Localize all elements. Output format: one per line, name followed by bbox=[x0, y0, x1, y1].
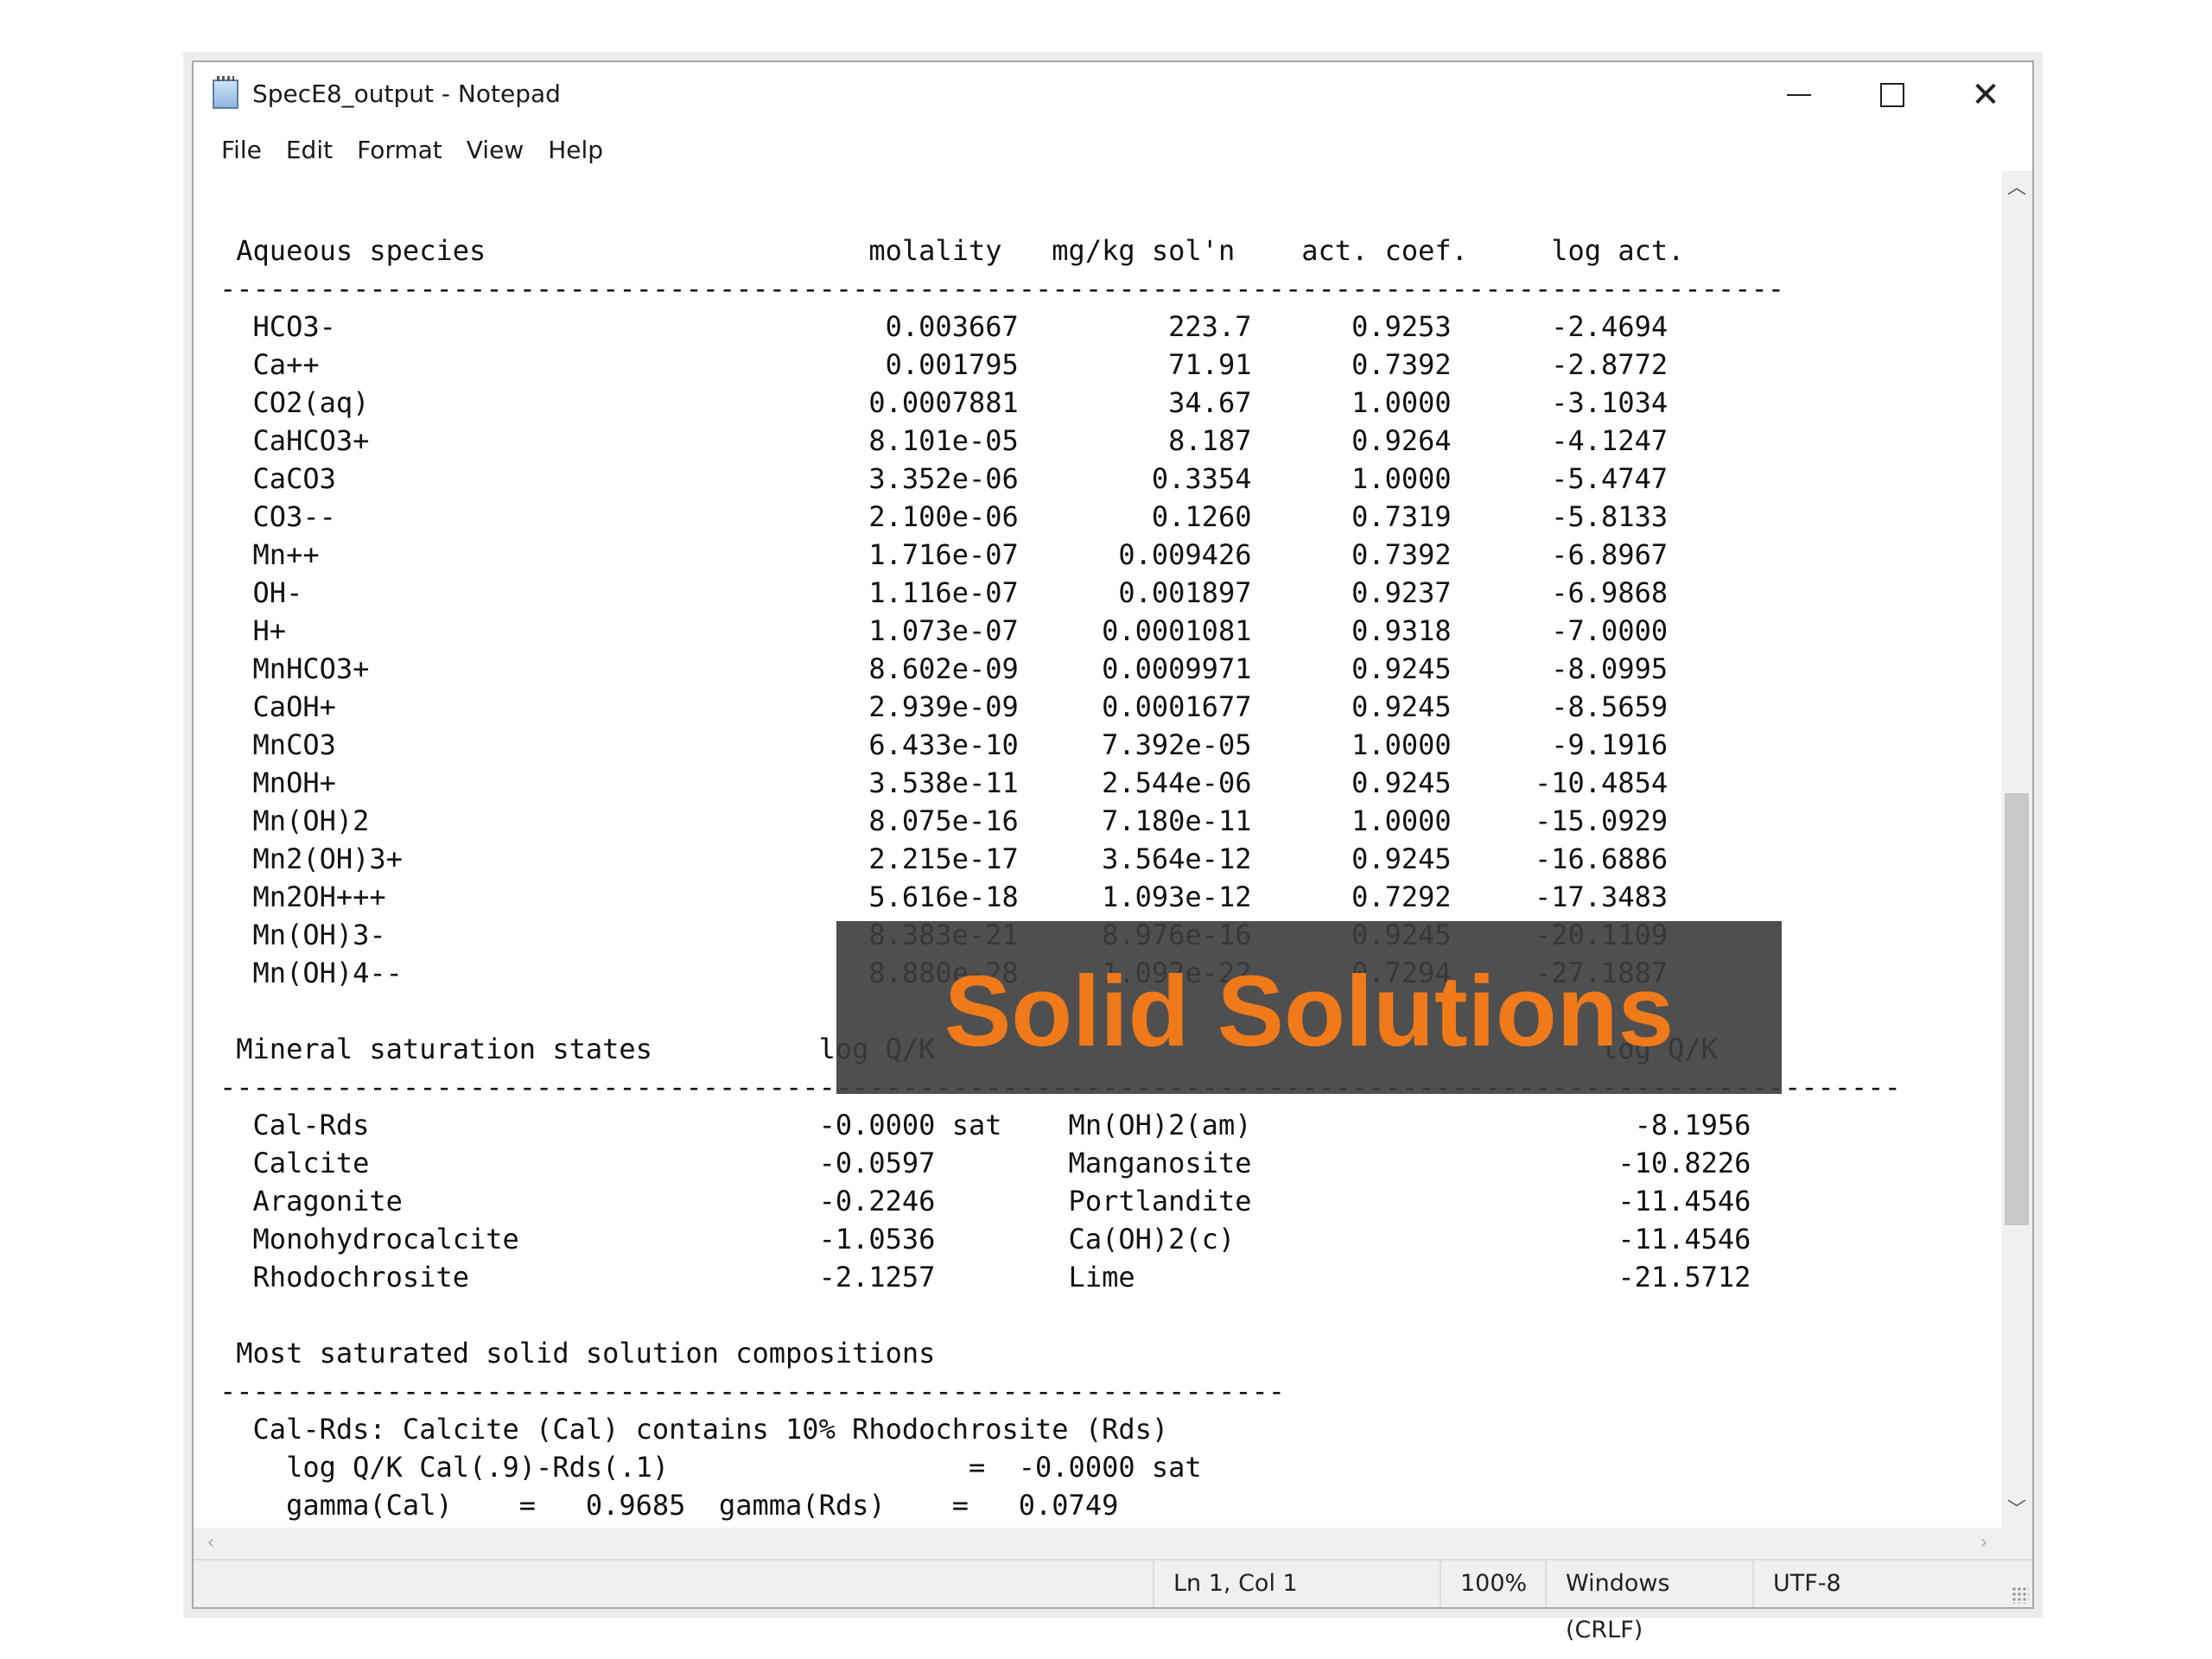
text-line: Rhodochrosite -2.1257 Lime -21.5712 bbox=[219, 1261, 1751, 1294]
scroll-down-icon[interactable]: ﹀ bbox=[2001, 1495, 2032, 1526]
menu-help[interactable]: Help bbox=[536, 132, 615, 168]
title-overlay: Solid Solutions bbox=[836, 921, 1782, 1094]
text-line: Mn++ 1.716e-07 0.009426 0.7392 -6.8967 bbox=[219, 538, 1669, 571]
vertical-scrollbar[interactable]: ︿ ﹀ bbox=[2001, 171, 2032, 1528]
text-line: Most saturated solid solution compositio… bbox=[219, 1337, 936, 1370]
notepad-icon bbox=[213, 76, 238, 109]
scroll-left-icon[interactable]: ‹ bbox=[195, 1528, 226, 1559]
text-editor[interactable]: Aqueous species molality mg/kg sol'n act… bbox=[194, 171, 2001, 1528]
text-line: Mn(OH)2 8.075e-16 7.180e-11 1.0000 -15.0… bbox=[219, 804, 1669, 837]
close-button[interactable]: ✕ bbox=[1939, 62, 2032, 128]
status-bar: Ln 1, Col 1 100% Windows (CRLF) UTF-8 bbox=[194, 1559, 2032, 1643]
text-line: log Q/K Cal(.9)-Rds(.1) = -0.0000 sat bbox=[219, 1451, 1202, 1484]
text-line: CO2(aq) 0.0007881 34.67 1.0000 -3.1034 bbox=[219, 386, 1669, 419]
minimize-icon bbox=[1787, 94, 1811, 96]
text-line: MnHCO3+ 8.602e-09 0.0009971 0.9245 -8.09… bbox=[219, 652, 1669, 685]
resize-grip-icon[interactable] bbox=[2012, 1586, 2029, 1604]
zoom-level: 100% bbox=[1440, 1560, 1545, 1607]
menu-edit[interactable]: Edit bbox=[274, 132, 345, 168]
text-line bbox=[219, 1296, 1901, 1334]
cursor-position: Ln 1, Col 1 bbox=[1153, 1560, 1440, 1607]
text-line: H+ 1.073e-07 0.0001081 0.9318 -7.0000 bbox=[219, 614, 1669, 647]
text-line: Cal-Rds -0.0000 sat Mn(OH)2(am) -8.1956 bbox=[219, 1109, 1751, 1141]
text-line: OH- 1.116e-07 0.001897 0.9237 -6.9868 bbox=[219, 576, 1669, 609]
notepad-window: SpecE8_output - Notepad ✕ File Edit Form… bbox=[192, 60, 2034, 1643]
menu-view[interactable]: View bbox=[454, 132, 536, 168]
text-line: HCO3- 0.003667 223.7 0.9253 -2.4694 bbox=[219, 310, 1669, 343]
encoding: UTF-8 bbox=[1752, 1560, 1999, 1607]
menu-bar: File Edit Format View Help bbox=[194, 128, 2032, 171]
horizontal-scrollbar[interactable]: ‹ › bbox=[194, 1528, 2001, 1559]
menu-file[interactable]: File bbox=[209, 132, 274, 168]
text-line: Cal-Rds: Calcite (Cal) contains 10% Rhod… bbox=[219, 1413, 1169, 1446]
text-line: ----------------------------------------… bbox=[219, 272, 1784, 305]
scroll-right-icon[interactable]: › bbox=[1968, 1528, 1999, 1559]
text-line: ----------------------------------------… bbox=[219, 1375, 1285, 1408]
window-title: SpecE8_output - Notepad bbox=[252, 79, 561, 108]
scroll-up-icon[interactable]: ︿ bbox=[2001, 173, 2032, 204]
text-line: gamma(Cal) = 0.9685 gamma(Rds) = 0.0749 bbox=[219, 1489, 1119, 1522]
text-line: Aqueous species molality mg/kg sol'n act… bbox=[219, 234, 1685, 267]
text-line: Monohydrocalcite -1.0536 Ca(OH)2(c) -11.… bbox=[219, 1223, 1751, 1255]
text-line: MnCO3 6.433e-10 7.392e-05 1.0000 -9.1916 bbox=[219, 728, 1669, 761]
text-line: Calcite -0.0597 Manganosite -10.8226 bbox=[219, 1147, 1751, 1179]
vertical-scroll-thumb[interactable] bbox=[2005, 793, 2029, 1225]
overlay-title: Solid Solutions bbox=[944, 955, 1675, 1067]
scrollbar-corner bbox=[2001, 1528, 2032, 1559]
title-bar[interactable]: SpecE8_output - Notepad ✕ bbox=[194, 62, 2032, 128]
editor-content: Aqueous species molality mg/kg sol'n act… bbox=[219, 232, 1901, 1528]
text-line: CaHCO3+ 8.101e-05 8.187 0.9264 -4.1247 bbox=[219, 424, 1669, 457]
text-line: CaCO3 3.352e-06 0.3354 1.0000 -5.4747 bbox=[219, 462, 1669, 495]
text-line: MnOH+ 3.538e-11 2.544e-06 0.9245 -10.485… bbox=[219, 766, 1669, 799]
maximize-icon bbox=[1880, 83, 1904, 107]
close-icon: ✕ bbox=[1971, 75, 2000, 115]
text-line: CaOH+ 2.939e-09 0.0001677 0.9245 -8.5659 bbox=[219, 690, 1669, 723]
text-line: Aragonite -0.2246 Portlandite -11.4546 bbox=[219, 1185, 1751, 1217]
text-line: Mn2(OH)3+ 2.215e-17 3.564e-12 0.9245 -16… bbox=[219, 842, 1669, 875]
maximize-button[interactable] bbox=[1846, 62, 1939, 128]
minimize-button[interactable] bbox=[1752, 62, 1846, 128]
text-line: Mn2OH+++ 5.616e-18 1.093e-12 0.7292 -17.… bbox=[219, 880, 1669, 913]
menu-format[interactable]: Format bbox=[345, 132, 454, 168]
text-line: CO3-- 2.100e-06 0.1260 0.7319 -5.8133 bbox=[219, 500, 1669, 533]
text-line: Ca++ 0.001795 71.91 0.7392 -2.8772 bbox=[219, 348, 1669, 381]
line-ending: Windows (CRLF) bbox=[1545, 1560, 1752, 1643]
